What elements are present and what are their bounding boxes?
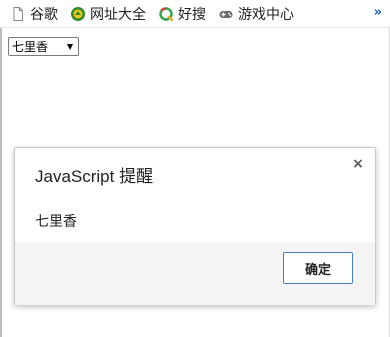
browser-viewport: 谷歌 网址大全 好搜 游戏中心 » 七里香 JavaScript 提醒 × 七里… [0,0,390,337]
bookmark-label: 游戏中心 [238,6,294,23]
bookmark-hao123[interactable]: 网址大全 [68,3,148,25]
bookmark-label: 谷歌 [30,6,58,23]
gamepad-icon [218,6,234,22]
dialog-footer: 确定 [15,242,375,305]
close-icon[interactable]: × [351,157,365,171]
select-value: 七里香 [12,40,49,54]
bookmarks-overflow-icon[interactable]: » [374,5,383,20]
bookmark-label: 网址大全 [90,6,146,23]
ok-button[interactable]: 确定 [283,252,353,284]
bookmark-label: 好搜 [178,6,206,23]
alert-dialog: JavaScript 提醒 × 七里香 确定 [14,147,376,305]
page-icon [10,6,26,22]
bookmark-haosou[interactable]: 好搜 [156,3,208,25]
bookmark-google[interactable]: 谷歌 [8,3,60,25]
dialog-title: JavaScript 提醒 [35,167,154,186]
bookmark-game-center[interactable]: 游戏中心 [216,3,296,25]
song-select[interactable]: 七里香 [8,37,79,56]
page-left-edge [0,28,2,337]
bookmarks-bar: 谷歌 网址大全 好搜 游戏中心 » [0,0,390,28]
dialog-message: 七里香 [35,214,77,230]
dropdown-arrow-icon [67,44,73,50]
hao123-icon [70,6,86,22]
haosou-icon [158,6,174,22]
